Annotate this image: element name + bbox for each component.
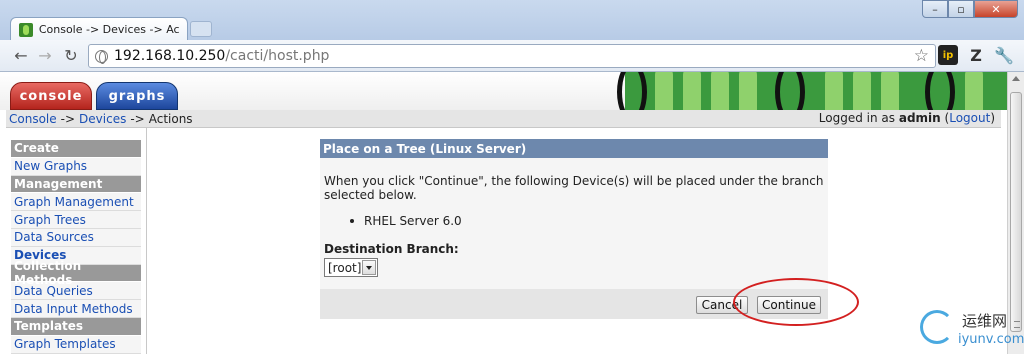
sidebar-item-graph-trees[interactable]: Graph Trees xyxy=(11,211,141,229)
sidebar-item-new-graphs[interactable]: New Graphs xyxy=(11,157,141,176)
window-controls: – ▫ ✕ xyxy=(922,0,1018,18)
breadcrumb-console-link[interactable]: Console xyxy=(9,112,57,126)
highlight-ellipse-annotation xyxy=(733,278,859,326)
menu-header-management: Management xyxy=(11,175,141,194)
forward-arrow-icon[interactable]: → xyxy=(36,48,54,64)
browser-tab[interactable]: Console -> Devices -> Ac xyxy=(10,17,188,41)
device-list-item: RHEL Server 6.0 xyxy=(350,214,824,228)
browser-titlebar: Console -> Devices -> Ac – ▫ ✕ xyxy=(0,0,1024,41)
bookmark-star-icon[interactable]: ☆ xyxy=(914,46,929,66)
dialog-message: When you click "Continue", the following… xyxy=(324,174,824,202)
destination-branch-select[interactable]: [root] xyxy=(324,258,378,277)
bullet-icon xyxy=(350,219,354,223)
ip-extension-icon[interactable]: ip xyxy=(938,45,958,65)
maximize-button[interactable]: ▫ xyxy=(948,0,974,18)
sidebar-item-graph-templates[interactable]: Graph Templates xyxy=(11,335,141,354)
breadcrumb-current: Actions xyxy=(148,111,193,126)
login-status: Logged in as admin (Logout) xyxy=(818,111,995,125)
cacti-header: console graphs xyxy=(0,72,1007,110)
breadcrumb-separator: -> xyxy=(130,111,145,126)
sidebar-divider xyxy=(146,128,147,354)
reload-icon[interactable]: ↻ xyxy=(62,48,80,64)
address-bar[interactable]: 192.168.10.250/cacti/host.php ☆ xyxy=(88,44,936,68)
tab-graphs[interactable]: graphs xyxy=(96,82,178,110)
new-tab-button[interactable] xyxy=(190,21,212,37)
watermark-logo-icon xyxy=(920,310,954,344)
destination-branch-label: Destination Branch: xyxy=(324,242,459,256)
site-watermark: 运维网 iyunv.com xyxy=(918,306,1024,354)
scroll-up-arrow-icon[interactable] xyxy=(1012,76,1020,81)
back-arrow-icon[interactable]: ← xyxy=(12,48,30,64)
breadcrumb-separator: -> xyxy=(60,111,76,126)
url-host: 192.168.10.250 xyxy=(114,48,226,64)
watermark-en-text: iyunv.com xyxy=(958,332,1024,347)
url-path: /cacti/host.php xyxy=(225,48,330,64)
sidebar-item-graph-management[interactable]: Graph Management xyxy=(11,193,141,212)
sidebar-item-data-input-methods[interactable]: Data Input Methods xyxy=(11,300,141,318)
menu-header-collection-methods: Collection Methods xyxy=(11,259,141,287)
chevron-down-icon[interactable] xyxy=(362,260,376,275)
sidebar-menu: Create New Graphs Management Graph Manag… xyxy=(11,140,141,354)
scrollbar-thumb[interactable] xyxy=(1010,92,1022,332)
tab-console[interactable]: console xyxy=(10,82,92,110)
breadcrumb-devices-link[interactable]: Devices xyxy=(79,112,126,126)
dialog-body: When you click "Continue", the following… xyxy=(320,158,828,277)
tab-title: Console -> Devices -> Ac xyxy=(38,23,180,36)
dialog-title: Place on a Tree (Linux Server) xyxy=(320,139,828,158)
cacti-logo-art xyxy=(617,72,1007,110)
browser-toolbar: ← → ↻ 192.168.10.250/cacti/host.php ☆ ip… xyxy=(0,40,1024,72)
login-username: admin xyxy=(898,111,941,125)
close-window-button[interactable]: ✕ xyxy=(974,0,1018,18)
minimize-button[interactable]: – xyxy=(922,0,948,18)
login-prefix: Logged in as xyxy=(818,111,896,125)
breadcrumb: Console -> Devices -> Actions Logged in … xyxy=(6,110,1001,128)
header-tabs-area xyxy=(0,72,625,110)
menu-header-create: Create xyxy=(11,140,141,158)
globe-icon xyxy=(95,49,108,64)
device-name: RHEL Server 6.0 xyxy=(364,214,462,228)
cacti-favicon-icon xyxy=(19,22,33,37)
sidebar-item-data-sources[interactable]: Data Sources xyxy=(11,228,141,247)
wrench-icon[interactable]: 🔧 xyxy=(994,45,1014,65)
z-extension-icon[interactable]: Z xyxy=(966,45,986,65)
watermark-cn-text: 运维网 xyxy=(962,312,1008,330)
menu-header-templates: Templates xyxy=(11,317,141,336)
logout-link[interactable]: Logout xyxy=(949,111,990,125)
branch-selected-value: [root] xyxy=(328,260,362,275)
